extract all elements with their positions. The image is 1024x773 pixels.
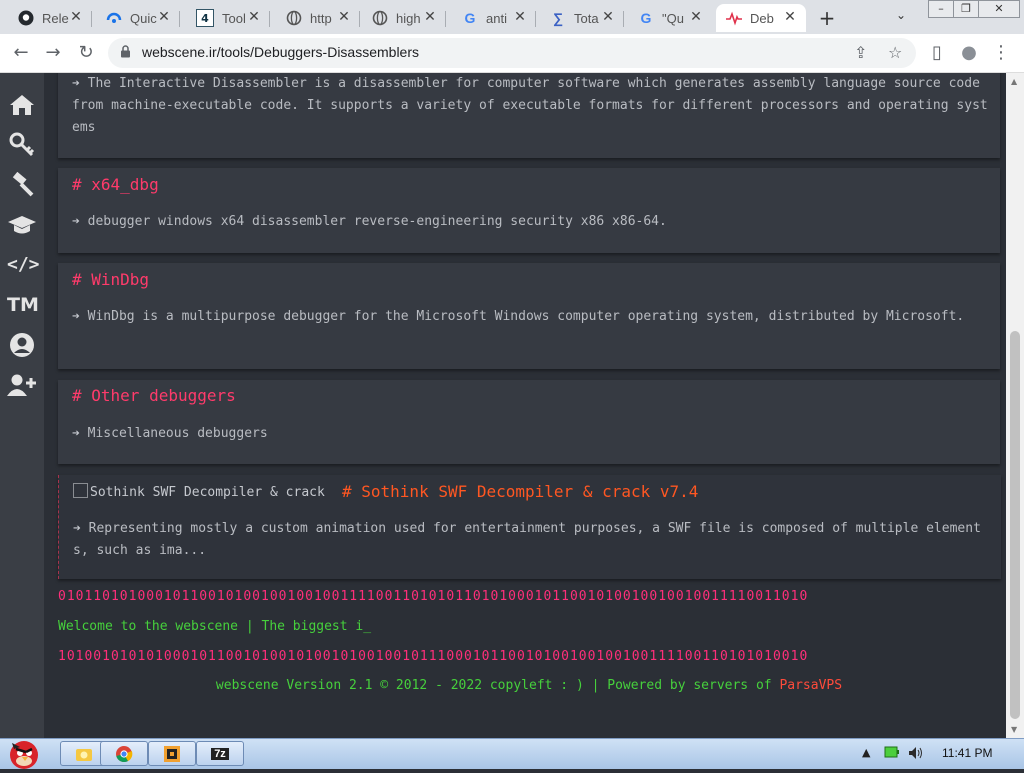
close-tab-icon[interactable]: ✕	[512, 9, 528, 25]
quickref-icon	[106, 10, 122, 26]
close-tab-icon[interactable]: ✕	[422, 9, 438, 25]
side-navigation: </> TM	[0, 73, 44, 738]
back-arrow-icon[interactable]: ←	[10, 42, 32, 64]
code-icon[interactable]: </>	[7, 250, 40, 280]
close-window-button[interactable]: ✕	[978, 0, 1020, 18]
google-icon: G	[640, 10, 652, 26]
battery-icon[interactable]	[884, 746, 900, 761]
tool-description: ➔ The Interactive Disassembler is a disa…	[72, 76, 988, 135]
new-tab-button[interactable]: +	[815, 6, 839, 30]
web-page: </> TM ➔ The Interactive Disassembler is…	[0, 73, 1024, 738]
volume-icon[interactable]	[908, 746, 924, 763]
globe-icon	[372, 10, 388, 26]
binary-ticker-bottom: 1010010101010001011001010010100101001001…	[58, 649, 809, 664]
page-footer: webscene Version 2.1 © 2012 - 2022 copyl…	[58, 678, 1000, 693]
7zip-label: 7z	[211, 747, 229, 760]
reload-icon[interactable]: ↻	[75, 42, 97, 64]
browser-tab-active[interactable]: Deb ✕	[716, 4, 806, 32]
tab-title: Deb	[750, 10, 774, 26]
tool-card[interactable]: # x64_dbg ➔ debugger windows x64 disasse…	[58, 168, 1000, 253]
arrow-right-icon: ➔	[72, 76, 88, 91]
close-tab-icon[interactable]: ✕	[156, 9, 172, 25]
footer-brand-link[interactable]: ParsaVPS	[779, 678, 842, 693]
key-icon[interactable]	[7, 130, 37, 160]
featured-tool-description: ➔ Representing mostly a custom animation…	[73, 521, 981, 558]
disassembler-icon[interactable]	[148, 741, 196, 766]
browser-tab[interactable]: http ✕	[276, 4, 360, 32]
github-icon	[18, 10, 34, 26]
bookmark-star-icon[interactable]: ☆	[888, 43, 902, 62]
scrollbar-thumb[interactable]	[1010, 331, 1020, 719]
footer-text: webscene Version 2.1 © 2012 - 2022 copyl…	[215, 678, 780, 693]
home-icon[interactable]	[7, 90, 37, 120]
close-tab-icon[interactable]: ✕	[782, 9, 798, 25]
tool-card[interactable]: # Other debuggers ➔ Miscellaneous debugg…	[58, 380, 1000, 464]
tab-search-icon[interactable]: ⌄	[896, 8, 906, 22]
virustotal-icon: ∑	[553, 10, 563, 26]
browser-tab[interactable]: G anti ✕	[452, 4, 536, 32]
windows-taskbar: 7z ▲ 11:41 PM	[0, 738, 1024, 769]
url-text[interactable]: webscene.ir/tools/Debuggers-Disassembler…	[142, 44, 419, 60]
profile-icon[interactable]: ●	[958, 42, 980, 64]
close-tab-icon[interactable]: ✕	[246, 9, 262, 25]
globe-icon	[286, 10, 302, 26]
binary-ticker-top: 0101101010001011001010010010010011110011…	[58, 589, 809, 604]
lock-icon[interactable]	[120, 45, 131, 61]
browser-tab[interactable]: Rele ✕	[8, 4, 92, 32]
tool-card[interactable]: # WinDbg ➔ WinDbg is a multipurpose debu…	[58, 263, 1000, 369]
tool-title[interactable]: # Other debuggers	[72, 386, 236, 405]
tool-4-icon: 4	[196, 9, 214, 27]
user-plus-icon[interactable]	[7, 370, 37, 400]
welcome-typing-text: Welcome to the webscene | The biggest i_	[58, 619, 372, 634]
browser-tab[interactable]: high ✕	[362, 4, 446, 32]
arrow-right-icon: ➔	[73, 521, 89, 536]
heartbeat-icon	[726, 10, 742, 26]
browser-tab[interactable]: G "Qu ✕	[628, 4, 712, 32]
address-bar[interactable]: webscene.ir/tools/Debuggers-Disassembler…	[108, 38, 916, 68]
menu-kebab-icon[interactable]: ⋮	[990, 42, 1012, 64]
browser-tab[interactable]: ∑ Tota ✕	[540, 4, 624, 32]
tool-card[interactable]: ➔ The Interactive Disassembler is a disa…	[58, 73, 1000, 158]
taskbar-clock[interactable]: 11:41 PM	[942, 746, 992, 760]
tool-description: ➔ Miscellaneous debuggers	[72, 426, 268, 441]
close-tab-icon[interactable]: ✕	[68, 9, 84, 25]
tool-description: ➔ debugger windows x64 disassembler reve…	[72, 214, 667, 229]
browser-tab[interactable]: Quic ✕	[96, 4, 180, 32]
graduation-cap-icon[interactable]	[7, 210, 37, 240]
broken-image-icon	[73, 483, 88, 498]
minimize-button[interactable]: –	[928, 0, 954, 18]
featured-tool-card[interactable]: Sothink SWF Decompiler & crack # Sothink…	[58, 475, 1001, 579]
scroll-up-icon[interactable]: ▲	[1011, 77, 1017, 86]
7zip-icon[interactable]: 7z	[196, 741, 244, 766]
tool-description: ➔ WinDbg is a multipurpose debugger for …	[72, 309, 965, 324]
tool-title[interactable]: # x64_dbg	[72, 175, 159, 194]
start-button-angry-bird-icon[interactable]	[2, 733, 46, 769]
share-icon[interactable]: ⇪	[854, 43, 867, 62]
close-tab-icon[interactable]: ✕	[600, 9, 616, 25]
arrow-right-icon: ➔	[72, 214, 88, 229]
hammer-icon[interactable]	[7, 170, 37, 200]
browser-toolbar: ← → ↻ webscene.ir/tools/Debuggers-Disass…	[0, 34, 1024, 73]
arrow-right-icon: ➔	[72, 426, 88, 441]
tool-title[interactable]: # WinDbg	[72, 270, 149, 289]
page-scrollbar[interactable]: ▲ ▼	[1006, 73, 1024, 738]
maximize-button[interactable]: ❐	[953, 0, 979, 18]
chrome-icon[interactable]	[100, 741, 148, 766]
close-tab-icon[interactable]: ✕	[336, 9, 352, 25]
google-icon: G	[464, 10, 476, 26]
browser-tab[interactable]: 4 Tool ✕	[186, 4, 270, 32]
show-hidden-icons-button[interactable]: ▲	[862, 746, 870, 759]
user-circle-icon[interactable]	[7, 330, 37, 360]
forward-arrow-icon[interactable]: →	[42, 42, 64, 64]
close-tab-icon[interactable]: ✕	[688, 9, 704, 25]
arrow-right-icon: ➔	[72, 309, 88, 324]
trademark-icon[interactable]: TM	[7, 290, 39, 320]
side-panel-icon[interactable]: ▯	[926, 42, 948, 64]
scroll-down-icon[interactable]: ▼	[1011, 725, 1017, 734]
tool-thumbnail[interactable]: Sothink SWF Decompiler & crack	[73, 483, 325, 500]
featured-tool-title[interactable]: # Sothink SWF Decompiler & crack v7.4	[342, 482, 698, 501]
tab-strip: Rele ✕ Quic ✕ 4 Tool ✕ http ✕ high ✕ G a…	[0, 0, 1024, 34]
